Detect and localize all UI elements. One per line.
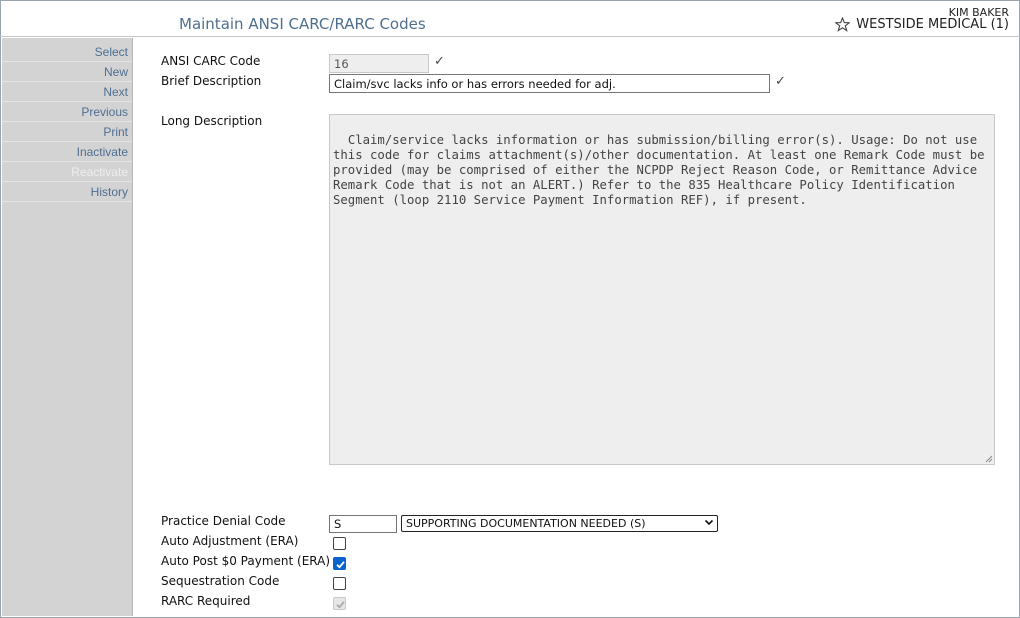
long-description-field[interactable]: Claim/service lacks information or has s… [329, 114, 995, 465]
long-description-text: Claim/service lacks information or has s… [333, 133, 992, 207]
practice-name: WESTSIDE MEDICAL (1) [856, 17, 1009, 32]
rarc-required-checkbox [333, 597, 346, 610]
carc-code-field[interactable]: 16 [329, 54, 429, 73]
sidebar-item-select[interactable]: Select [2, 42, 132, 62]
denial-code-selected: SUPPORTING DOCUMENTATION NEEDED (S) [406, 517, 646, 530]
brief-description-label: Brief Description [161, 74, 262, 88]
denial-code-field[interactable]: S [329, 515, 397, 533]
sidebar-item-next[interactable]: Next [2, 82, 132, 102]
rarc-required-label: RARC Required [161, 594, 251, 608]
sidebar-item-inactivate[interactable]: Inactivate [2, 142, 132, 162]
sequestration-label: Sequestration Code [161, 574, 280, 588]
chevron-down-icon [704, 517, 714, 532]
sidebar-item-previous[interactable]: Previous [2, 102, 132, 122]
practice-selector[interactable]: WESTSIDE MEDICAL (1) [834, 16, 1009, 32]
sidebar-item-new[interactable]: New [2, 62, 132, 82]
auto-post-label: Auto Post $0 Payment (ERA) [161, 554, 331, 568]
auto-post-checkbox[interactable] [333, 557, 346, 570]
resize-grip-icon[interactable] [985, 455, 993, 463]
auto-adjustment-label: Auto Adjustment (ERA) [161, 534, 299, 548]
denial-code-label: Practice Denial Code [161, 514, 286, 528]
sidebar-item-history[interactable]: History [2, 182, 132, 202]
checkmark-icon: ✓ [434, 54, 445, 69]
sequestration-checkbox[interactable] [333, 577, 346, 590]
sidebar: Select New Next Previous Print Inactivat… [2, 38, 133, 616]
auto-adjustment-checkbox[interactable] [333, 537, 346, 550]
carc-code-label: ANSI CARC Code [161, 54, 261, 68]
checkmark-icon [336, 601, 345, 609]
brief-description-field[interactable]: Claim/svc lacks info or has errors neede… [329, 74, 770, 93]
page-title: Maintain ANSI CARC/RARC Codes [179, 15, 426, 33]
sidebar-item-reactivate: Reactivate [2, 162, 132, 182]
checkmark-icon [336, 561, 345, 569]
denial-code-select[interactable]: SUPPORTING DOCUMENTATION NEEDED (S) [401, 515, 718, 532]
long-description-label: Long Description [161, 114, 263, 128]
sidebar-item-print[interactable]: Print [2, 122, 132, 142]
checkmark-icon: ✓ [775, 74, 786, 89]
header: Maintain ANSI CARC/RARC Codes KIM BAKER … [0, 0, 1020, 37]
star-icon[interactable] [834, 16, 851, 32]
